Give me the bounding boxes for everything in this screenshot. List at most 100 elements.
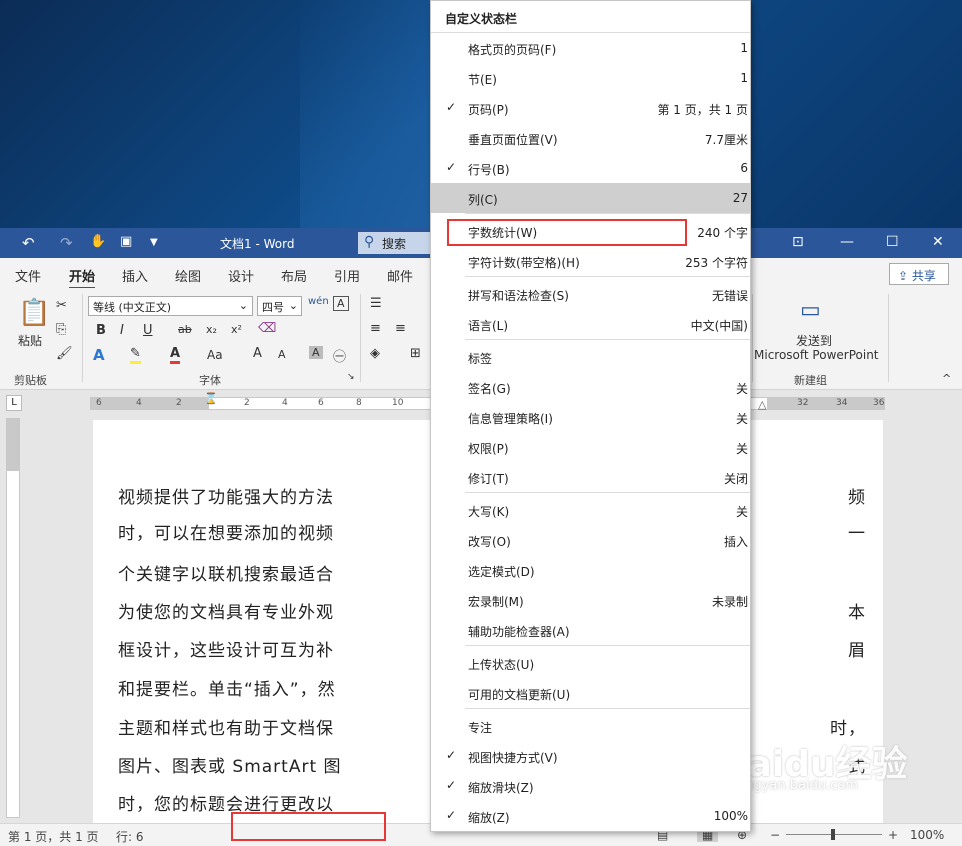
- font-color-icon[interactable]: A: [170, 346, 181, 364]
- text-line-end[interactable]: 眉: [848, 636, 866, 661]
- tab-selector[interactable]: L: [6, 395, 22, 411]
- menu-item-zoom-slider[interactable]: ✓ 缩放滑块(Z): [431, 771, 750, 801]
- text-line[interactable]: 和提要栏。单击“插入”，然: [118, 675, 336, 700]
- tab-mailings[interactable]: 邮件: [387, 266, 413, 285]
- page-number-status[interactable]: 第 1 页，共 1 页: [8, 828, 99, 845]
- bold-button[interactable]: B: [96, 323, 106, 338]
- menu-item-zoom[interactable]: ✓ 缩放(Z) 100%: [431, 801, 750, 831]
- highlight-color-icon[interactable]: ✎: [130, 346, 141, 364]
- phonetic-guide-icon[interactable]: wén: [308, 296, 329, 307]
- borders-icon[interactable]: ⊞: [410, 346, 421, 361]
- bullets-icon[interactable]: ☰: [370, 296, 382, 311]
- tab-home[interactable]: 开始: [69, 266, 96, 290]
- undo-icon[interactable]: ↶: [22, 234, 35, 252]
- text-line[interactable]: 为使您的文档具有专业外观: [118, 598, 334, 623]
- zoom-slider-thumb[interactable]: [831, 829, 835, 840]
- underline-button[interactable]: U: [143, 323, 153, 338]
- shading-icon[interactable]: ◈: [370, 346, 380, 361]
- superscript-button[interactable]: x²: [231, 323, 242, 336]
- menu-item-information-management-policy[interactable]: 信息管理策略(I) 关: [431, 402, 750, 432]
- font-name-select[interactable]: 等线 (中文正文) ⌄: [88, 296, 253, 316]
- shrink-font-icon[interactable]: A: [278, 348, 286, 361]
- menu-item-caps-lock[interactable]: 大写(K) 关: [431, 495, 750, 525]
- menu-item-page-number[interactable]: ✓ 页码(P) 第 1 页，共 1 页: [431, 93, 750, 123]
- grow-font-icon[interactable]: A: [253, 346, 262, 361]
- paste-icon[interactable]: 📋: [18, 298, 50, 328]
- minimize-icon[interactable]: —: [840, 234, 854, 250]
- text-line[interactable]: 个关键字以联机搜索最适合: [118, 560, 334, 585]
- indent-marker-icon[interactable]: ⌛: [204, 392, 218, 405]
- zoom-in-button[interactable]: +: [888, 828, 898, 842]
- menu-item-overtype[interactable]: 改写(O) 插入: [431, 525, 750, 555]
- menu-item-macro-recording[interactable]: 宏录制(M) 未录制: [431, 585, 750, 615]
- menu-item-focus[interactable]: 专注: [431, 711, 750, 741]
- menu-item-line-number[interactable]: ✓ 行号(B) 6: [431, 153, 750, 183]
- share-button[interactable]: ⇪ 共享: [889, 263, 949, 285]
- menu-item-upload-status[interactable]: 上传状态(U): [431, 648, 750, 678]
- subscript-button[interactable]: x₂: [206, 323, 217, 336]
- cut-icon[interactable]: ✂: [56, 298, 67, 313]
- text-line[interactable]: 图片、图表或 SmartArt 图: [118, 752, 342, 777]
- tab-insert[interactable]: 插入: [122, 266, 148, 285]
- menu-item-view-shortcuts[interactable]: ✓ 视图快捷方式(V): [431, 741, 750, 771]
- clear-formatting-icon[interactable]: ⌫: [258, 321, 276, 336]
- paste-label[interactable]: 粘贴: [18, 332, 42, 349]
- menu-item-track-changes[interactable]: 修订(T) 关闭: [431, 462, 750, 492]
- menu-item-formatted-page-number[interactable]: 格式页的页码(F) 1: [431, 33, 750, 63]
- font-dialog-launcher-icon[interactable]: ↘: [347, 372, 355, 382]
- redo-icon[interactable]: ↷: [60, 234, 73, 252]
- close-icon[interactable]: ✕: [932, 234, 944, 250]
- text-line-end[interactable]: 一: [848, 519, 866, 544]
- ribbon-display-icon[interactable]: ⊡: [792, 234, 804, 250]
- menu-item-selection-mode[interactable]: 选定模式(D): [431, 555, 750, 585]
- menu-item-permissions[interactable]: 权限(P) 关: [431, 432, 750, 462]
- character-border-icon[interactable]: A: [333, 296, 349, 311]
- line-number-status[interactable]: 行: 6: [116, 828, 144, 845]
- right-indent-marker-icon[interactable]: △: [758, 398, 766, 411]
- format-painter-icon[interactable]: 🖌: [56, 346, 73, 361]
- tab-file[interactable]: 文件: [15, 266, 41, 285]
- search-box[interactable]: ⚲ 搜索: [358, 232, 432, 254]
- font-size-select[interactable]: 四号 ⌄: [257, 296, 302, 316]
- vertical-ruler[interactable]: [6, 418, 20, 818]
- menu-item-document-updates[interactable]: 可用的文档更新(U): [431, 678, 750, 708]
- character-shading-icon[interactable]: A: [309, 346, 323, 359]
- text-line[interactable]: 时，可以在想要添加的视频: [118, 519, 334, 544]
- menu-item-character-count[interactable]: 字符计数(带空格)(H) 253 个字符: [431, 246, 750, 276]
- text-line[interactable]: 视频提供了功能强大的方法: [118, 483, 334, 508]
- text-line[interactable]: 框设计，这些设计可互为补: [118, 636, 334, 661]
- send-to-label[interactable]: 发送到: [796, 332, 832, 349]
- tab-references[interactable]: 引用: [334, 266, 360, 285]
- align-left-icon[interactable]: ≡: [370, 321, 381, 336]
- zoom-out-button[interactable]: −: [770, 828, 780, 842]
- menu-item-column[interactable]: 列(C) 27: [431, 183, 750, 213]
- copy-icon[interactable]: ⎘: [56, 322, 66, 337]
- maximize-icon[interactable]: ☐: [886, 234, 899, 250]
- text-effects-icon[interactable]: A: [93, 346, 105, 364]
- italic-button[interactable]: I: [120, 323, 124, 338]
- zoom-level[interactable]: 100%: [910, 828, 944, 842]
- touch-mode-icon[interactable]: ✋: [90, 234, 106, 249]
- menu-item-labels[interactable]: 标签: [431, 342, 750, 372]
- menu-item-vertical-page-position[interactable]: 垂直页面位置(V) 7.7厘米: [431, 123, 750, 153]
- tab-layout[interactable]: 布局: [281, 266, 307, 285]
- collapse-ribbon-icon[interactable]: ^: [942, 372, 951, 385]
- tab-design[interactable]: 设计: [228, 266, 254, 285]
- menu-item-signatures[interactable]: 签名(G) 关: [431, 372, 750, 402]
- customize-toolbar-icon[interactable]: ▼: [150, 237, 158, 248]
- menu-item-language[interactable]: 语言(L) 中文(中国): [431, 309, 750, 339]
- change-case-button[interactable]: Aa: [207, 348, 223, 362]
- menu-item-spelling-grammar-check[interactable]: 拼写和语法检查(S) 无错误: [431, 279, 750, 309]
- send-to-ppt-label[interactable]: Microsoft PowerPoint: [754, 348, 879, 362]
- enclose-characters-icon[interactable]: ㊀: [333, 346, 346, 365]
- strikethrough-button[interactable]: ab: [178, 323, 192, 336]
- text-line[interactable]: 主题和样式也有助于文档保: [118, 714, 334, 739]
- menu-item-section[interactable]: 节(E) 1: [431, 63, 750, 93]
- send-to-powerpoint-icon[interactable]: ▭: [800, 298, 821, 323]
- text-line-end[interactable]: 本: [848, 598, 866, 623]
- text-line-end[interactable]: 频: [848, 483, 866, 508]
- save-icon[interactable]: ▣: [120, 234, 132, 249]
- menu-item-accessibility-checker[interactable]: 辅助功能检查器(A): [431, 615, 750, 645]
- tab-draw[interactable]: 绘图: [175, 266, 201, 285]
- align-center-icon[interactable]: ≡: [395, 321, 406, 336]
